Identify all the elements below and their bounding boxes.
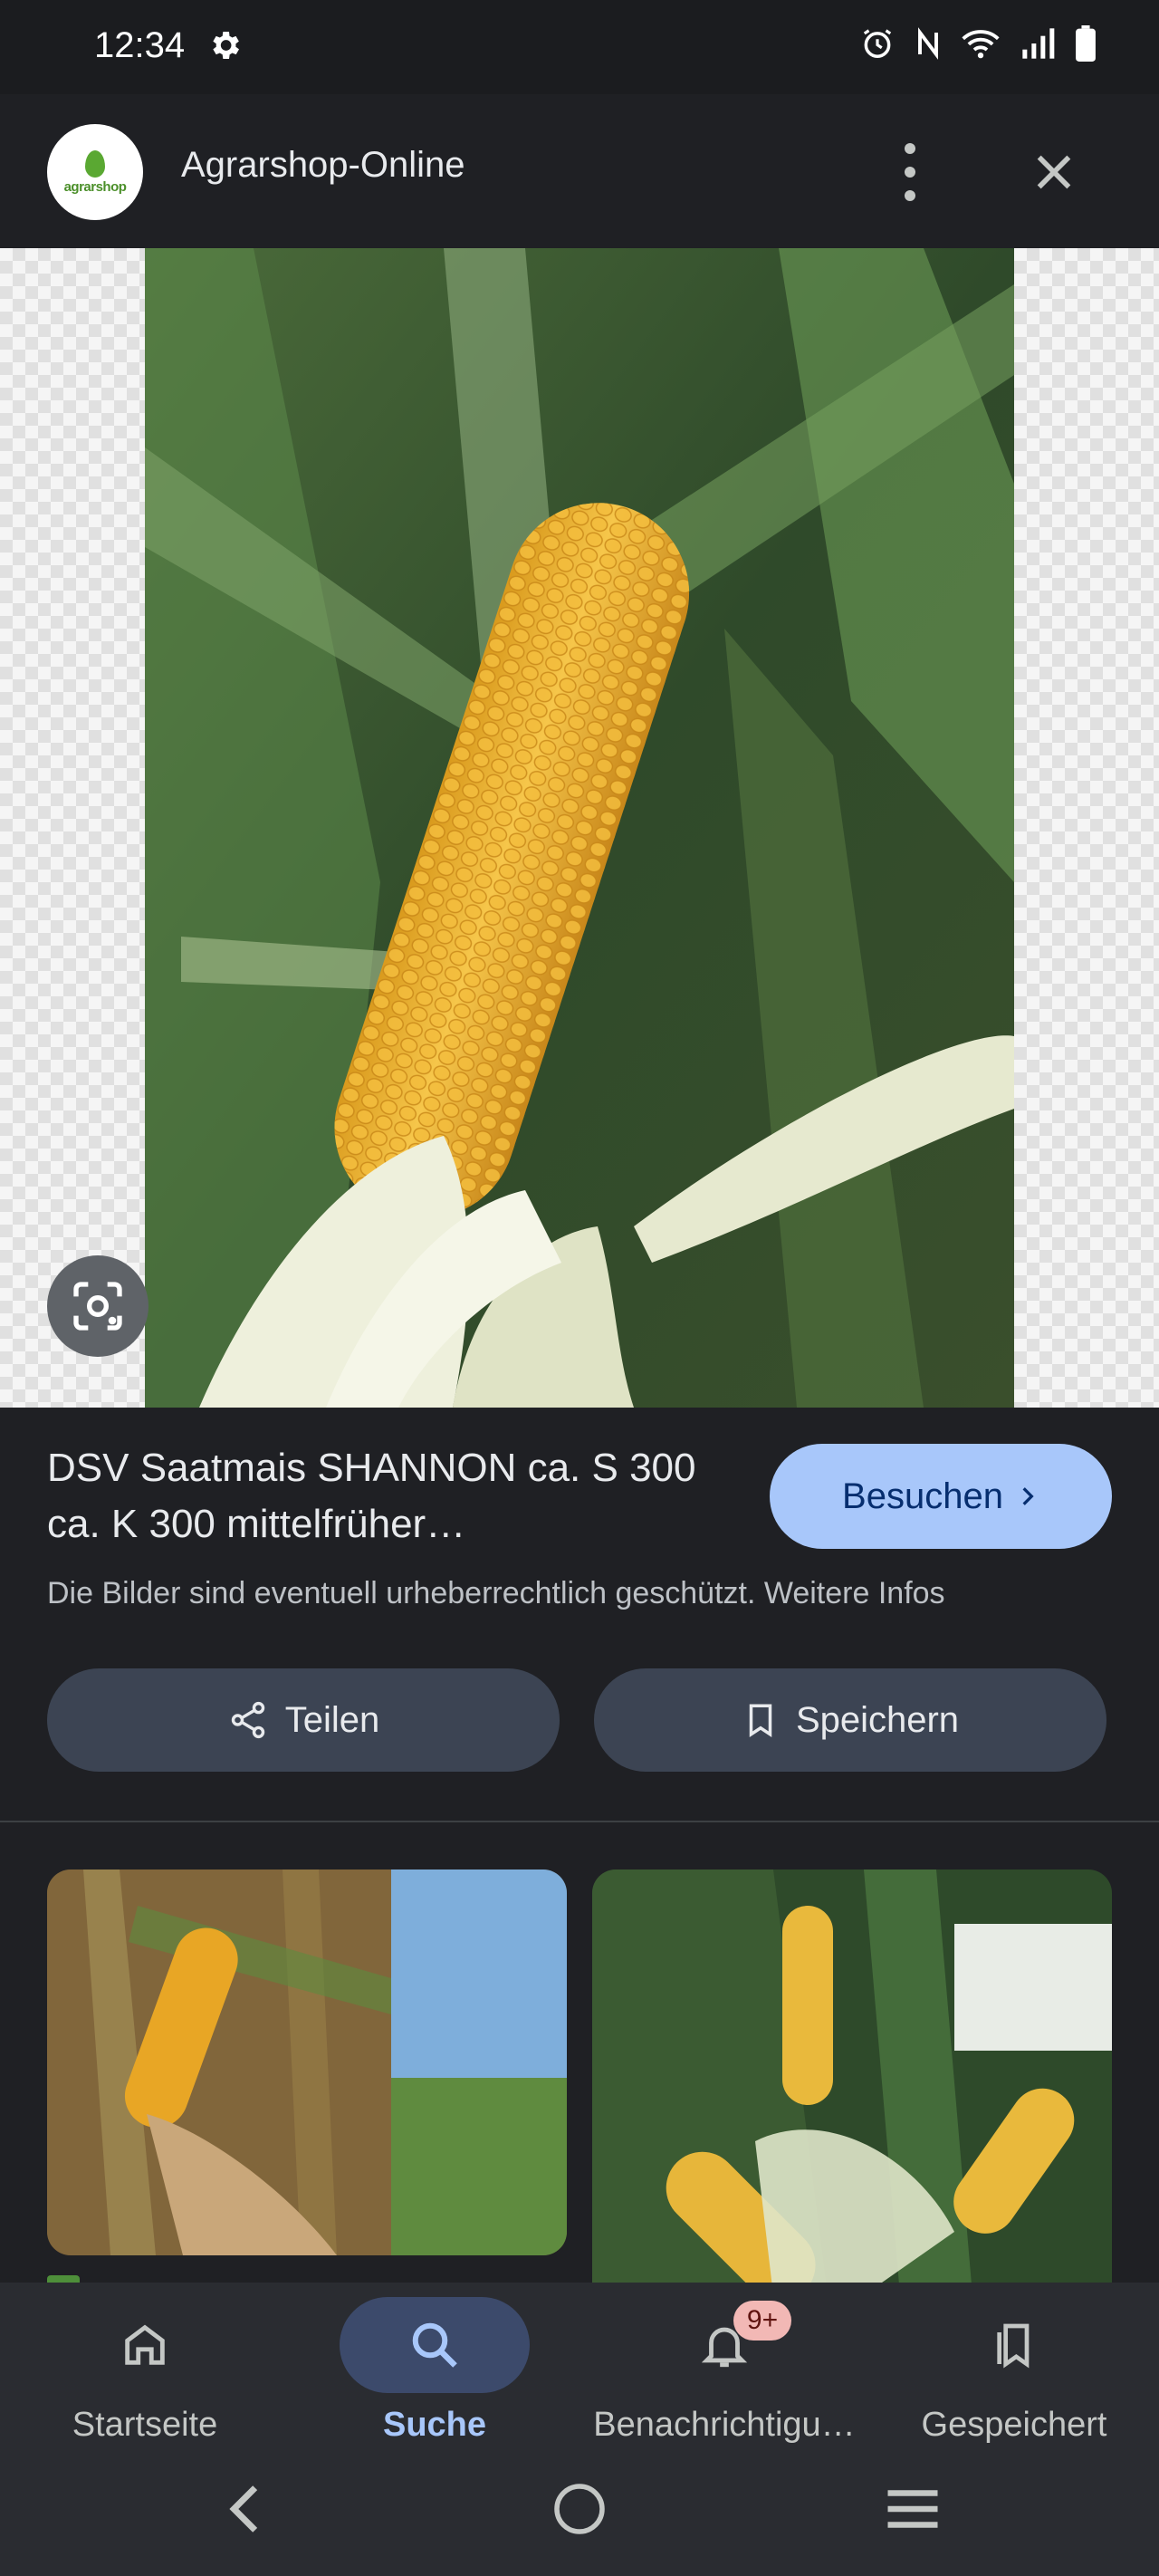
visit-button[interactable]: Besuchen <box>770 1444 1112 1549</box>
home-icon <box>125 2324 165 2365</box>
close-icon[interactable] <box>1029 147 1079 197</box>
nfc-icon <box>918 27 938 60</box>
search-icon <box>412 2322 457 2368</box>
main-image-corn-cob[interactable] <box>145 248 1014 1408</box>
share-button[interactable]: Teilen <box>47 1668 560 1772</box>
nav-label: Suche <box>382 2406 487 2444</box>
nav-label: Startseite <box>72 2406 218 2444</box>
result-title[interactable]: DSV Saatmais SHANNON ca. S 300 ca. K 300… <box>47 1440 735 1552</box>
collections-icon <box>997 2323 1030 2369</box>
section-divider <box>0 1821 1159 1822</box>
save-label: Speichern <box>795 1699 960 1740</box>
nav-label: Gespeichert <box>921 2406 1107 2444</box>
share-label: Teilen <box>284 1699 380 1740</box>
site-name[interactable]: Agrarshop-Online <box>181 145 465 186</box>
alarm-icon <box>863 29 892 58</box>
nav-item-suche[interactable]: Suche <box>299 2297 570 2451</box>
nav-label: Benachrichtigu… <box>593 2406 856 2444</box>
nav-item-benachrichtigungen[interactable]: 9+ Benachrichtigu… <box>589 2297 860 2451</box>
related-image-1[interactable] <box>47 1870 567 2255</box>
status-time: 12:34 <box>94 25 186 65</box>
home-circle-icon[interactable] <box>543 2473 616 2545</box>
nav-item-gespeichert[interactable]: Gespeichert <box>878 2297 1150 2451</box>
site-logo[interactable]: agrarshop <box>47 124 143 220</box>
battery-icon <box>1076 25 1096 62</box>
notification-badge: 9+ <box>733 2301 791 2341</box>
nav-icon-container <box>340 2297 530 2393</box>
viewer-header <box>0 94 1159 248</box>
back-icon[interactable] <box>208 2473 281 2545</box>
related-image-2[interactable] <box>592 1870 1112 2295</box>
copyright-notice[interactable]: Die Bilder sind eventuell urheberrechtli… <box>47 1576 945 1611</box>
bookmark-icon <box>749 1704 772 1738</box>
nav-item-startseite[interactable]: Startseite <box>9 2297 281 2451</box>
status-bar: 12:34 <box>0 0 1159 94</box>
settings-gear-icon <box>213 32 239 59</box>
recents-icon[interactable] <box>876 2473 949 2545</box>
nav-icon-container <box>919 2297 1109 2393</box>
share-icon <box>231 1701 264 1739</box>
wifi-icon <box>962 30 1000 59</box>
signal-icon <box>1022 28 1055 59</box>
save-button[interactable]: Speichern <box>594 1668 1106 1772</box>
google-lens-icon[interactable] <box>47 1255 148 1357</box>
logo-text: agrarshop <box>63 178 127 195</box>
lens-glyph-icon <box>73 1282 122 1331</box>
more-vert-icon[interactable] <box>887 143 933 201</box>
logo-leaf-icon <box>85 149 105 178</box>
nav-icon-container <box>629 2297 819 2393</box>
chevron-right-icon <box>1022 1487 1034 1505</box>
visit-label: Besuchen <box>842 1475 1003 1516</box>
nav-icon-container <box>50 2297 240 2393</box>
